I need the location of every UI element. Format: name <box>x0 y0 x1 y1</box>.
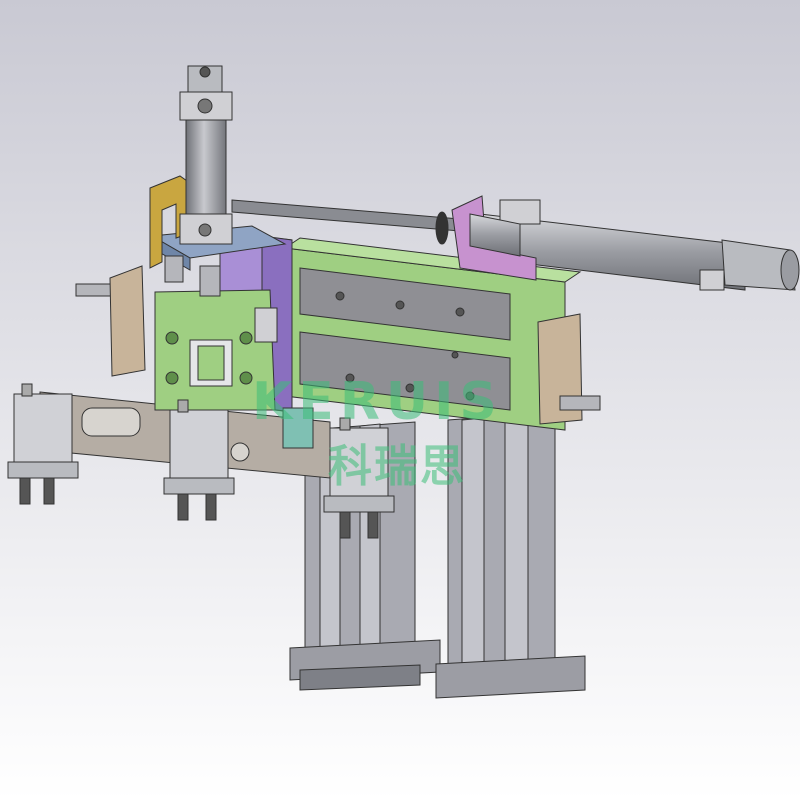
cad-render-canvas: KERUIS 科瑞思 <box>0 0 800 800</box>
watermark-latin: KERUIS <box>252 372 503 432</box>
watermark-chinese: 科瑞思 <box>328 441 466 492</box>
vertical-air-cylinder <box>179 65 233 245</box>
